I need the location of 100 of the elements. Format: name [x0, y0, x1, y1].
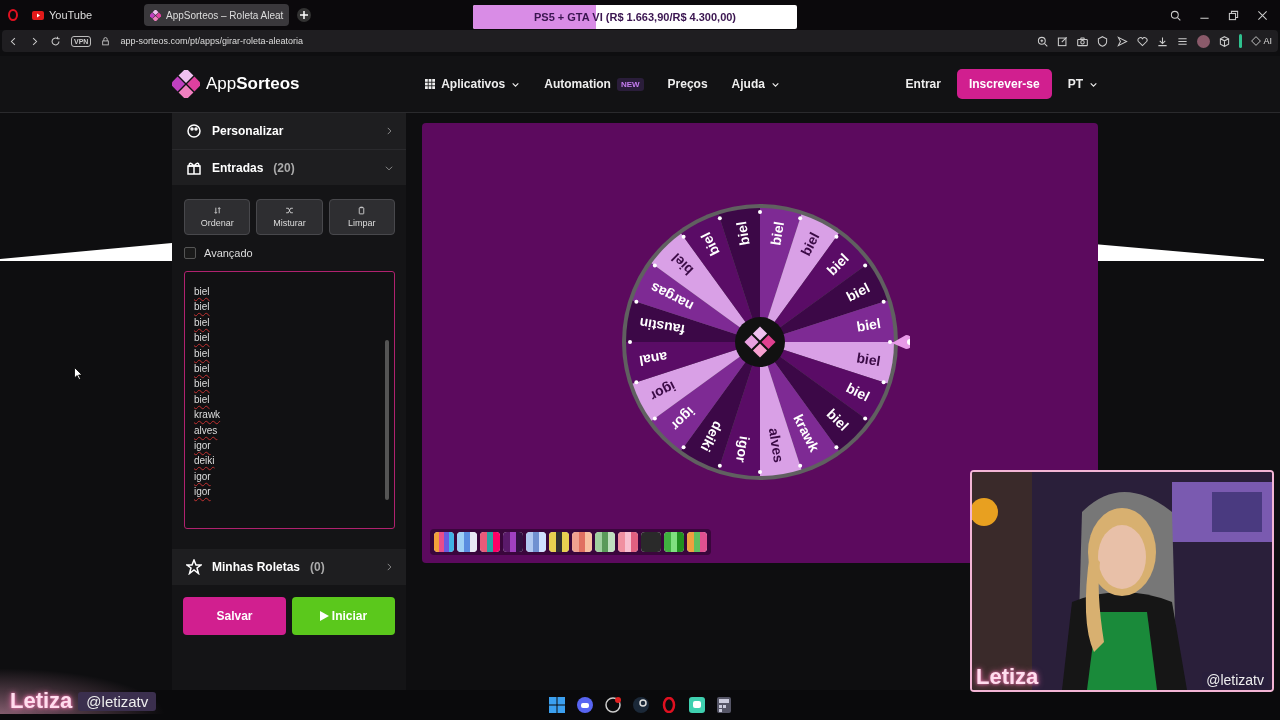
browser-tab[interactable]: AppSorteos – Roleta Aleat [144, 4, 290, 26]
theme-swatch[interactable] [618, 532, 638, 552]
theme-swatch[interactable] [526, 532, 546, 552]
restore-icon[interactable] [1228, 9, 1239, 21]
new-badge: NEW [616, 77, 644, 91]
entry-text: biel [194, 300, 211, 315]
streamer-name: Letiza [976, 664, 1039, 690]
theme-swatch[interactable] [549, 532, 569, 552]
rim-dot [834, 445, 839, 450]
theme-swatch[interactable] [687, 532, 707, 552]
goal-text: PS5 + GTA VI (R$ 1.663,90/R$ 4.300,00) [532, 10, 738, 25]
nav-link[interactable]: Preços [667, 77, 708, 91]
site-logo-icon [150, 9, 161, 21]
browser-icon[interactable] [661, 697, 677, 713]
palette-icon [186, 123, 202, 139]
entry-text: igor [194, 485, 212, 500]
rim-dot [717, 216, 722, 221]
theme-swatch[interactable] [641, 532, 661, 552]
section-header[interactable]: Personalizar [172, 113, 406, 149]
nav-menu[interactable]: Ajuda [731, 77, 780, 91]
close-icon[interactable] [1257, 9, 1268, 21]
theme-swatch[interactable] [595, 532, 615, 552]
rim-dot [652, 263, 657, 268]
rim-dot [652, 416, 657, 421]
theme-swatch[interactable] [480, 532, 500, 552]
new-tab-button[interactable] [297, 8, 312, 22]
download-icon[interactable] [1157, 35, 1169, 47]
search-icon[interactable] [1170, 9, 1181, 21]
streamer-name: Letiza [10, 688, 73, 714]
entry-text: biel [194, 331, 211, 346]
language-menu[interactable]: PT [1067, 77, 1098, 91]
chat-app-icon[interactable] [577, 697, 593, 713]
edit-icon[interactable] [1057, 35, 1069, 47]
nav-menu[interactable]: Aplicativos [425, 77, 521, 91]
windows-icon[interactable] [549, 697, 565, 713]
app-icon[interactable] [689, 697, 705, 713]
record-app-icon[interactable] [605, 697, 621, 713]
rim-dot [834, 234, 839, 239]
avatar-icon[interactable] [1197, 34, 1211, 48]
logo-text[interactable]: AppSorteos [206, 74, 300, 94]
calculator-icon[interactable] [717, 697, 731, 713]
reload-icon[interactable] [50, 35, 61, 47]
entry-text: biel [194, 315, 211, 330]
browser-tab[interactable]: YouTube [26, 4, 144, 26]
rim-dot [798, 463, 803, 468]
nav-link[interactable]: Automation NEW [544, 77, 644, 91]
heart-icon[interactable] [1137, 35, 1149, 47]
theme-swatch[interactable] [457, 532, 477, 552]
checkbox-label: Avançado [204, 247, 253, 259]
entry-text: igor [194, 469, 212, 484]
rim-dot [863, 263, 868, 268]
login-link[interactable]: Entrar [905, 77, 941, 91]
gift-icon [186, 159, 202, 176]
game-store-icon[interactable] [633, 697, 649, 713]
rim-dot [634, 380, 639, 385]
shuffle-icon [285, 206, 294, 215]
theme-swatch[interactable] [503, 532, 523, 552]
entry-text: biel [194, 346, 211, 361]
theme-swatch[interactable] [572, 532, 592, 552]
checkbox[interactable] [184, 247, 196, 259]
shield-icon[interactable] [1097, 35, 1109, 47]
rim-dot [717, 463, 722, 468]
cursor-icon [74, 367, 83, 380]
theme-swatch[interactable] [434, 532, 454, 552]
address-field[interactable]: app-sorteos.com/pt/apps/girar-roleta-aleatoria [120, 36, 303, 46]
entry-text: biel [194, 285, 211, 299]
rim-dot [798, 216, 803, 221]
rim-dot [863, 416, 868, 421]
cube-icon[interactable] [1219, 35, 1231, 47]
rim-dot [758, 210, 762, 214]
theme-swatch[interactable] [664, 532, 684, 552]
signup-button[interactable]: Inscrever-se [956, 69, 1052, 99]
entry-text: krawk [194, 408, 222, 423]
browser-logo-icon[interactable] [8, 9, 18, 21]
entry-text: igor [194, 439, 212, 454]
rim-dot [881, 299, 886, 304]
menu-icon[interactable] [1177, 35, 1189, 47]
rim-dot [881, 380, 886, 385]
camera-icon[interactable] [1077, 35, 1089, 47]
action-button[interactable]: Ordenar [184, 199, 251, 235]
section-header[interactable]: Entradas (20) [172, 149, 406, 185]
action-button[interactable]: Misturar [256, 199, 323, 235]
zoom-icon[interactable] [1037, 35, 1049, 47]
entries-field[interactable]: biel biel biel biel biel biel biel biel krawk alves igor deiki igor igor [184, 271, 395, 529]
logo-icon [172, 70, 200, 98]
section-header[interactable]: Minhas Roletas (0) [172, 549, 406, 585]
wheel-hub [735, 317, 785, 367]
clipboard-icon [357, 206, 367, 215]
action-button[interactable]: Limpar [328, 199, 395, 235]
rim-dot [758, 470, 762, 474]
sidebar-indicator [1239, 34, 1243, 48]
entry-text: alves [194, 423, 219, 438]
play-icon [32, 10, 44, 20]
wheel-pointer [892, 335, 910, 349]
entry-text: biel [194, 377, 211, 392]
rim-dot [888, 340, 892, 344]
save-button[interactable]: Salvar [183, 597, 286, 635]
rim-dot [681, 445, 686, 450]
rim-dot [681, 234, 686, 239]
send-icon[interactable] [1117, 35, 1129, 47]
